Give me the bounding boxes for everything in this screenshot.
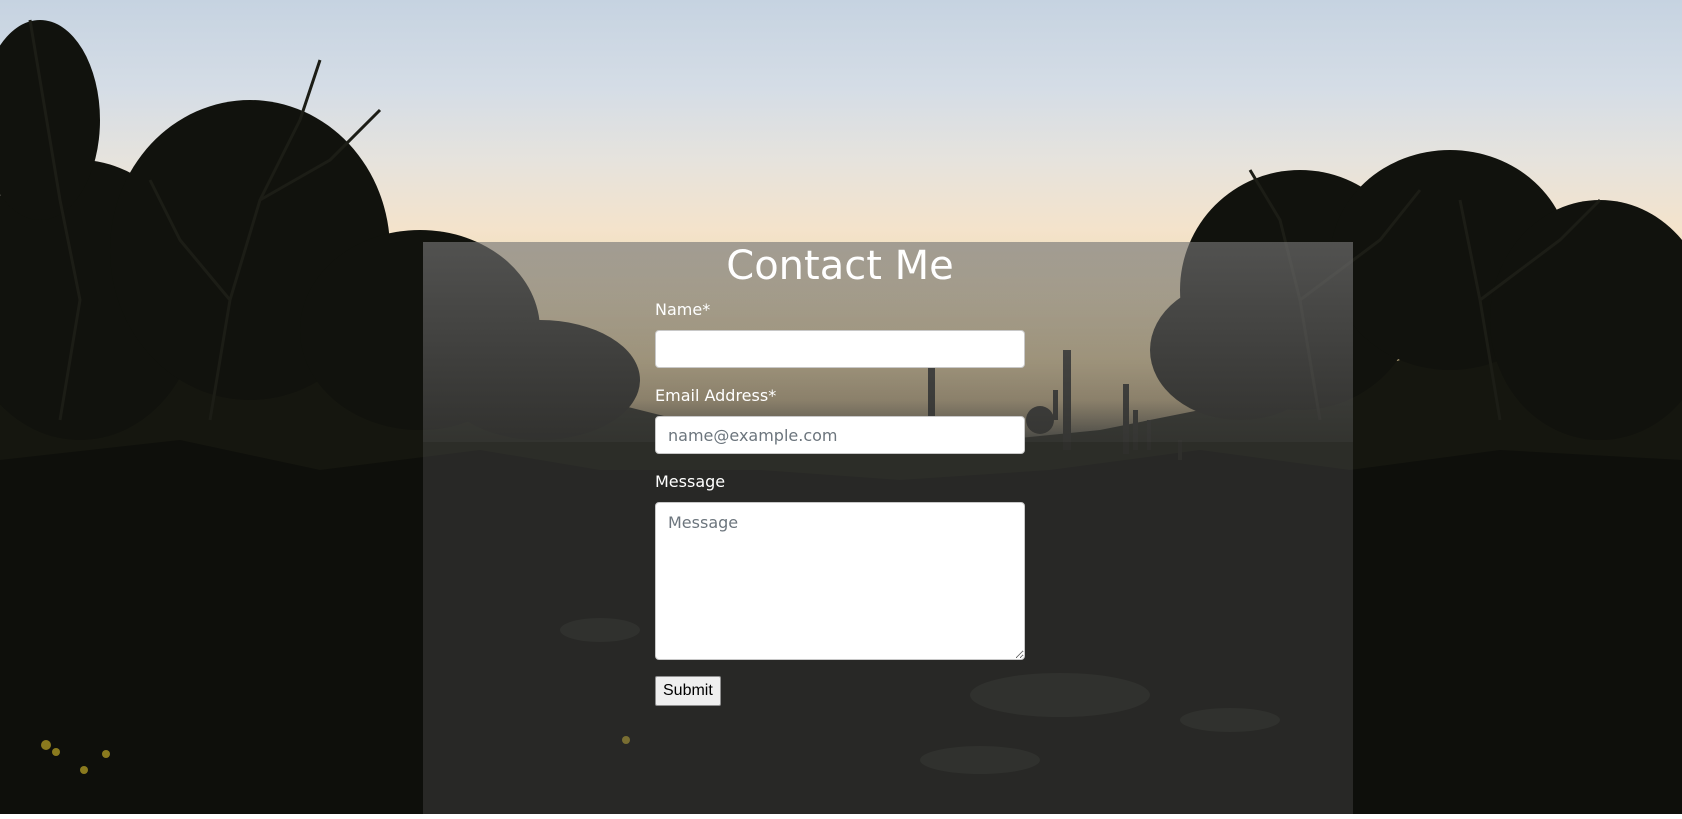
name-input[interactable] [655, 330, 1025, 368]
contact-page: Contact Me Name* Email Address* Message … [0, 0, 1682, 819]
email-input[interactable] [655, 416, 1025, 454]
email-label: Email Address* [655, 386, 777, 405]
message-label: Message [655, 472, 726, 491]
bottom-edge-divider [0, 814, 1682, 819]
page-title: Contact Me [726, 243, 954, 289]
submit-button[interactable]: Submit [655, 676, 721, 706]
name-label: Name* [655, 300, 711, 319]
message-textarea[interactable] [655, 502, 1025, 660]
